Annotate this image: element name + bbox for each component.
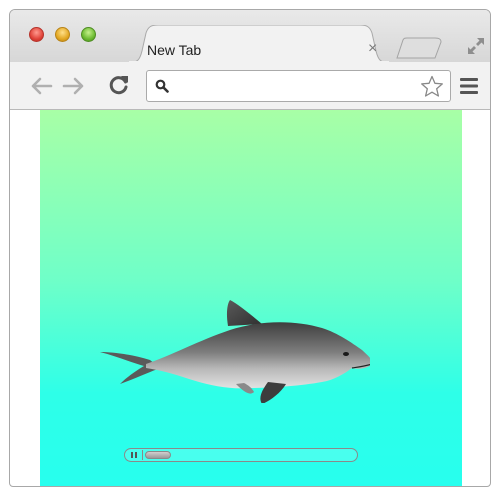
seek-slider-thumb[interactable]	[145, 451, 171, 459]
toolbar	[10, 62, 490, 110]
star-icon[interactable]	[420, 75, 444, 98]
address-input[interactable]	[173, 75, 417, 99]
seek-divider	[142, 450, 143, 460]
reload-icon[interactable]	[108, 74, 130, 96]
tab-close-icon[interactable]: ×	[368, 41, 377, 57]
page-content	[40, 110, 462, 486]
hamburger-icon[interactable]	[459, 77, 479, 95]
arrow-right-icon[interactable]	[62, 76, 86, 96]
new-tab-button[interactable]	[395, 37, 445, 59]
tab-title: New Tab	[147, 42, 202, 58]
fullscreen-icon[interactable]	[466, 36, 486, 56]
pause-icon[interactable]	[131, 452, 137, 458]
close-window-button[interactable]	[29, 27, 44, 42]
minimize-window-button[interactable]	[55, 27, 70, 42]
browser-window: New Tab ×	[9, 9, 491, 487]
dolphin-image	[100, 300, 370, 403]
arrow-left-icon[interactable]	[29, 76, 53, 96]
zoom-window-button[interactable]	[81, 27, 96, 42]
tab-strip: New Tab ×	[10, 10, 490, 63]
media-controls[interactable]	[124, 448, 358, 462]
omnibox[interactable]	[146, 70, 451, 102]
tab-new-tab[interactable]: New Tab ×	[128, 25, 390, 63]
magnifier-icon	[155, 79, 169, 93]
